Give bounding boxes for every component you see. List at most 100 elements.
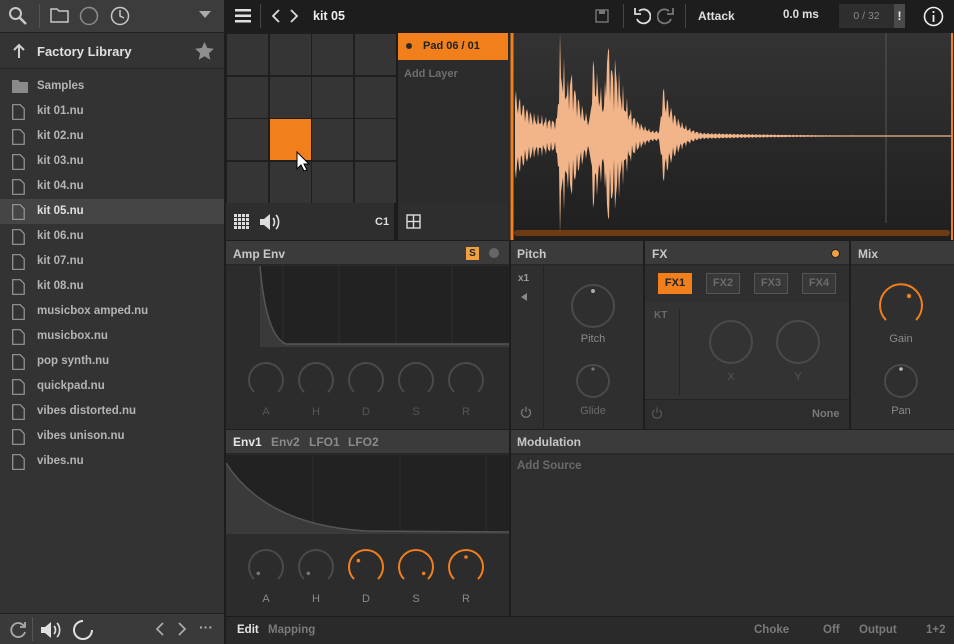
output-value[interactable]: 1+2 [926,624,946,636]
previous-icon[interactable] [155,622,165,636]
amp-env-led[interactable] [489,248,499,258]
knob-h[interactable] [298,548,334,580]
fx4-button[interactable]: FX4 [802,273,836,294]
next-kit-icon[interactable] [289,9,299,23]
knob-r[interactable] [448,548,484,580]
pitch-knob[interactable] [569,282,617,330]
modulation-title: Modulation [517,435,581,449]
solo-badge[interactable]: S [466,247,479,260]
tab-lfo2[interactable]: LFO2 [348,435,379,449]
file-item[interactable]: musicbox amped.nu [0,299,224,324]
knob-a[interactable] [248,361,284,393]
drum-pad[interactable] [227,161,268,203]
drum-pad[interactable] [354,161,396,203]
file-item[interactable]: kit 01.nu [0,99,224,124]
add-layer-button[interactable]: Add Layer [404,68,458,80]
drum-pad[interactable] [354,76,396,118]
pan-knob[interactable] [883,363,919,399]
add-source-button[interactable]: Add Source [517,460,582,472]
knob-s[interactable] [398,548,434,580]
knob-r[interactable] [448,361,484,393]
glide-knob[interactable] [575,363,611,399]
knob-s[interactable] [398,361,434,393]
history-icon[interactable] [110,6,130,26]
drum-pad[interactable] [312,34,353,75]
drum-pad[interactable] [312,161,353,203]
chevron-down-icon[interactable] [199,11,211,19]
file-icon [12,129,25,145]
voice-warning[interactable]: ! [894,4,905,28]
choke-value[interactable]: Off [823,624,840,636]
more-options-icon[interactable]: ··· [199,619,213,635]
next-icon[interactable] [177,622,187,636]
up-arrow-icon[interactable] [12,42,26,60]
waveform[interactable] [510,33,954,240]
favorites-icon[interactable] [79,6,99,26]
drum-pad[interactable] [269,76,311,118]
tab-lfo1[interactable]: LFO1 [309,435,340,449]
previous-kit-icon[interactable] [271,9,281,23]
fx-led[interactable] [831,249,840,258]
power-icon[interactable] [520,406,532,418]
gain-knob[interactable] [877,280,925,328]
fx-y-knob[interactable] [775,319,821,365]
library-header[interactable]: Factory Library [0,33,224,69]
file-item[interactable]: kit 05.nu [0,199,224,224]
tab-env1[interactable]: Env1 [233,435,262,449]
drum-pad[interactable] [354,34,396,75]
save-icon[interactable] [595,9,609,23]
pitch-multiplier[interactable]: x1 [518,273,529,284]
info-icon[interactable] [923,6,944,27]
drum-pad[interactable] [269,34,311,75]
mapping-tab[interactable]: Mapping [268,624,315,636]
drum-pad[interactable] [354,119,396,160]
redo-icon[interactable] [657,7,675,25]
file-item[interactable]: kit 07.nu [0,249,224,274]
drum-pad[interactable] [227,34,268,75]
drum-pad[interactable] [312,119,353,160]
triangle-left-icon[interactable] [521,293,527,301]
file-item[interactable]: vibes.nu [0,449,224,474]
fx-type-select[interactable]: None [812,408,840,420]
selected-layer[interactable]: Pad 06 / 01 [398,33,508,60]
refresh-icon[interactable] [8,620,28,640]
file-item[interactable]: quickpad.nu [0,374,224,399]
file-item[interactable]: kit 06.nu [0,224,224,249]
file-item[interactable]: vibes distorted.nu [0,399,224,424]
fx-power-icon[interactable] [651,407,663,419]
search-icon[interactable] [8,6,28,26]
file-item[interactable]: kit 08.nu [0,274,224,299]
edit-tab[interactable]: Edit [237,624,259,636]
file-item[interactable]: vibes unison.nu [0,424,224,449]
knob-h[interactable] [298,361,334,393]
folder-item[interactable]: Samples [0,74,224,99]
star-icon[interactable] [195,42,214,60]
speaker-icon[interactable] [40,620,62,640]
pan-label: Pan [891,405,911,417]
file-item[interactable]: pop synth.nu [0,349,224,374]
env1-graph[interactable] [226,455,509,534]
drum-pad[interactable] [227,76,268,118]
knob-a[interactable] [248,548,284,580]
file-item[interactable]: musicbox.nu [0,324,224,349]
tab-env2[interactable]: Env2 [271,435,300,449]
fx2-button[interactable]: FX2 [706,273,740,294]
waveform-view[interactable] [510,33,954,240]
drum-pad[interactable] [312,76,353,118]
amp-env-graph[interactable] [226,266,509,347]
menu-icon[interactable] [235,8,251,24]
file-item[interactable]: kit 03.nu [0,149,224,174]
keyboard-grid-icon[interactable] [234,214,250,230]
file-item[interactable]: kit 04.nu [0,174,224,199]
file-item[interactable]: kit 02.nu [0,124,224,149]
knob-d[interactable] [348,361,384,393]
fx1-button[interactable]: FX1 [658,273,692,294]
knob-d[interactable] [348,548,384,580]
fx3-button[interactable]: FX3 [754,273,788,294]
pad-speaker-icon[interactable] [259,212,281,232]
drum-pad[interactable] [227,119,268,160]
fx-x-knob[interactable] [708,319,754,365]
undo-icon[interactable] [633,7,651,25]
folder-icon[interactable] [50,7,70,24]
grid-view-icon[interactable] [406,214,421,229]
